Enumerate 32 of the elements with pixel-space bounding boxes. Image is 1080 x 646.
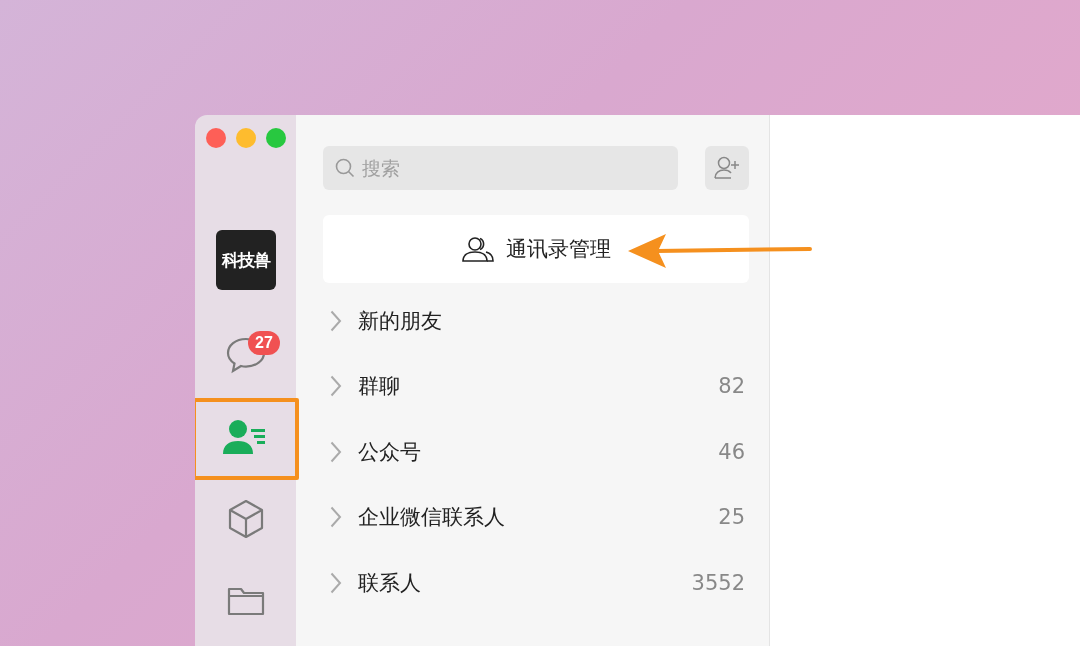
chevron-right-icon — [330, 571, 342, 594]
people-icon — [461, 236, 494, 262]
chevron-right-icon — [330, 506, 342, 529]
group-label: 新的朋友 — [358, 307, 443, 335]
search-field[interactable]: 搜索 — [323, 146, 678, 190]
group-count: 3552 — [691, 570, 746, 595]
contact-group-row[interactable]: 联系人 3552 — [323, 550, 749, 616]
profile-logo[interactable]: 科技兽 — [215, 230, 276, 290]
chevron-right-icon — [330, 440, 342, 463]
chat-nav-button[interactable]: 27 — [195, 314, 296, 396]
unread-badge: 27 — [248, 331, 280, 355]
minimize-button[interactable] — [236, 128, 256, 148]
contact-group-row[interactable]: 新的朋友 — [323, 288, 749, 354]
close-button[interactable] — [206, 128, 226, 148]
cube-icon — [227, 499, 264, 539]
folder-icon — [226, 586, 265, 616]
chevron-right-icon — [330, 375, 342, 398]
group-label: 公众号 — [358, 438, 422, 466]
contact-group-row[interactable]: 公众号 46 — [323, 419, 749, 485]
group-count: 46 — [718, 439, 746, 464]
contacts-manage-button[interactable]: 通讯录管理 — [323, 215, 749, 283]
add-contact-button[interactable] — [705, 146, 749, 190]
group-label: 联系人 — [358, 569, 422, 597]
group-count: 25 — [718, 505, 746, 530]
contact-group-row[interactable]: 群聊 82 — [323, 353, 749, 419]
chevron-right-icon — [330, 309, 342, 332]
group-label: 群聊 — [358, 373, 401, 401]
maximize-button[interactable] — [266, 128, 286, 148]
add-person-icon — [714, 156, 740, 180]
group-label: 企业微信联系人 — [358, 504, 506, 532]
contact-group-row[interactable]: 企业微信联系人 25 — [323, 484, 749, 550]
group-count: 82 — [718, 374, 746, 399]
